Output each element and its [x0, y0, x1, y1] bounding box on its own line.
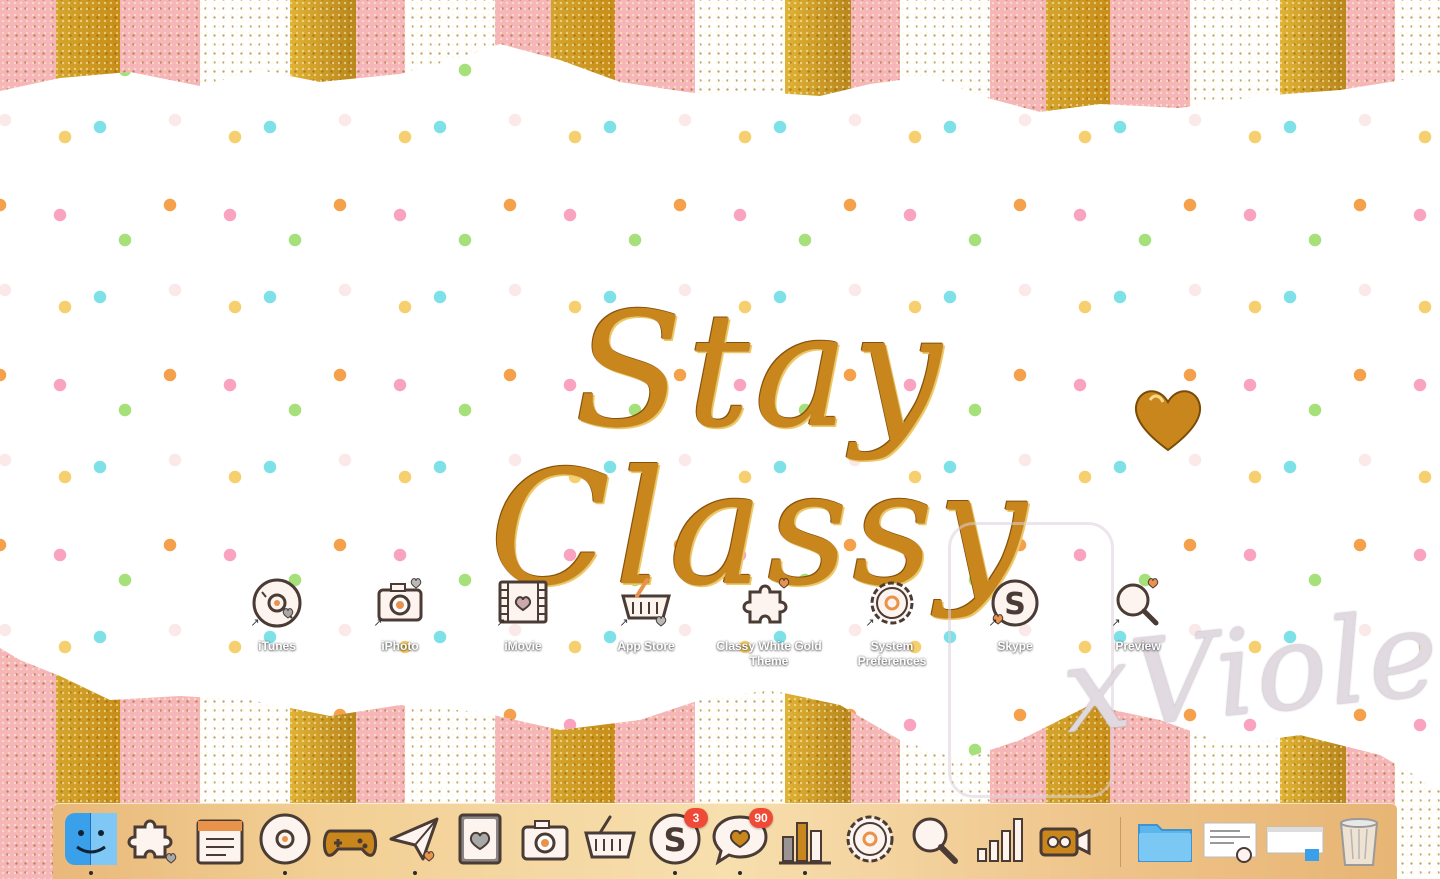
dock-item-folder[interactable]: [1135, 809, 1195, 869]
desktop-icon-label: Skype: [997, 639, 1033, 653]
gamepad-icon: [322, 829, 378, 857]
gear-icon: [846, 815, 894, 863]
desktop-icon-preview[interactable]: ↗ Preview: [1083, 574, 1193, 654]
finder-icon: [65, 813, 117, 865]
dock-item-settings[interactable]: [840, 809, 900, 869]
signal-bars-icon: [977, 818, 1023, 862]
alias-arrow-icon: ↗: [496, 617, 506, 629]
dock-item-activity[interactable]: [970, 809, 1030, 869]
dock-item-screenshot-2[interactable]: [1265, 809, 1325, 869]
dock-item-app-store[interactable]: [580, 809, 640, 869]
dock-item-calendar[interactable]: [190, 809, 250, 869]
alias-arrow-icon: ↗: [373, 617, 383, 629]
desktop-icon-app-store[interactable]: ↗ App Store: [591, 574, 701, 654]
dock-item-finder[interactable]: [61, 809, 121, 875]
trash-icon: [1339, 818, 1379, 866]
notification-badge: 3: [684, 808, 708, 828]
magnifier-icon: [912, 817, 958, 864]
dock-item-contacts[interactable]: [450, 809, 510, 869]
desktop-icon-theme[interactable]: Classy White Gold Theme: [714, 574, 824, 669]
dock-item-games[interactable]: [320, 809, 380, 869]
desktop-icon-itunes[interactable]: ↗ iTunes: [222, 574, 332, 654]
desktop-icon-imovie[interactable]: ↗ iMovie: [468, 574, 578, 654]
svg-text:S: S: [1004, 587, 1026, 622]
desktop-icon-label: Classy White Gold Theme: [716, 639, 822, 668]
camera-icon: [521, 820, 569, 861]
running-indicator: [673, 871, 677, 875]
running-indicator: [89, 871, 93, 875]
alias-arrow-icon: ↗: [988, 617, 998, 629]
alias-arrow-icon: ↗: [250, 617, 260, 629]
desktop-icon-label: System Preferences: [857, 639, 927, 668]
running-indicator: [413, 871, 417, 875]
dock-item-trash[interactable]: [1329, 809, 1389, 869]
desktop-icon-skype[interactable]: S ↗ Skype: [960, 574, 1070, 654]
bars-icon: [779, 822, 831, 865]
dock-separator: [1120, 817, 1121, 867]
gold-heart-icon: [1134, 390, 1202, 452]
dock-item-mail[interactable]: [385, 809, 445, 875]
dock-item-preview[interactable]: [905, 809, 965, 869]
running-indicator: [738, 871, 742, 875]
svg-text:S: S: [663, 821, 686, 859]
notification-badge: 90: [749, 808, 773, 828]
desktop-icon-iphoto[interactable]: ↗ iPhoto: [345, 574, 455, 654]
desktop-icon-label: iPhoto: [381, 639, 419, 653]
folder-icon: [1138, 824, 1192, 862]
desktop-icon-system-preferences[interactable]: ↗ System Preferences: [837, 574, 947, 669]
dock-item-stats[interactable]: [775, 809, 835, 875]
alias-arrow-icon: ↗: [619, 617, 629, 629]
dock-item-screenshot-1[interactable]: [1200, 809, 1260, 869]
desktop-icon-label: Preview: [1115, 639, 1161, 653]
alias-arrow-icon: ↗: [1111, 617, 1121, 629]
paper-plane-icon: [389, 817, 439, 862]
alias-arrow-icon: ↗: [865, 617, 875, 629]
puzzle-icon: [742, 578, 790, 624]
camcorder-icon: [1039, 827, 1091, 857]
running-indicator: [803, 871, 807, 875]
heart-book-icon: [458, 813, 502, 865]
desktop-icon-label: iTunes: [258, 639, 296, 653]
dock-item-messages[interactable]: 90: [710, 808, 773, 875]
dock-item-puzzle[interactable]: [125, 809, 185, 869]
window-thumb-icon: [1266, 826, 1324, 861]
dock-item-itunes[interactable]: [255, 809, 315, 875]
desktop-icon-label: App Store: [617, 639, 675, 653]
dock: S 3 90: [53, 803, 1397, 879]
running-indicator: [283, 871, 287, 875]
document-thumb-icon: [1203, 822, 1257, 863]
basket-icon: [584, 815, 636, 859]
disc-hearts-icon: [259, 813, 311, 865]
dock-item-skype[interactable]: S 3: [645, 808, 708, 875]
desktop-icon-label: iMovie: [504, 639, 542, 653]
calendar-icon: [196, 819, 244, 865]
dock-item-photos[interactable]: [515, 809, 575, 869]
desktop-wallpaper: Stay Classy xViolet: [0, 0, 1440, 879]
puzzle-icon: [127, 819, 177, 864]
dock-item-video[interactable]: [1035, 809, 1095, 869]
